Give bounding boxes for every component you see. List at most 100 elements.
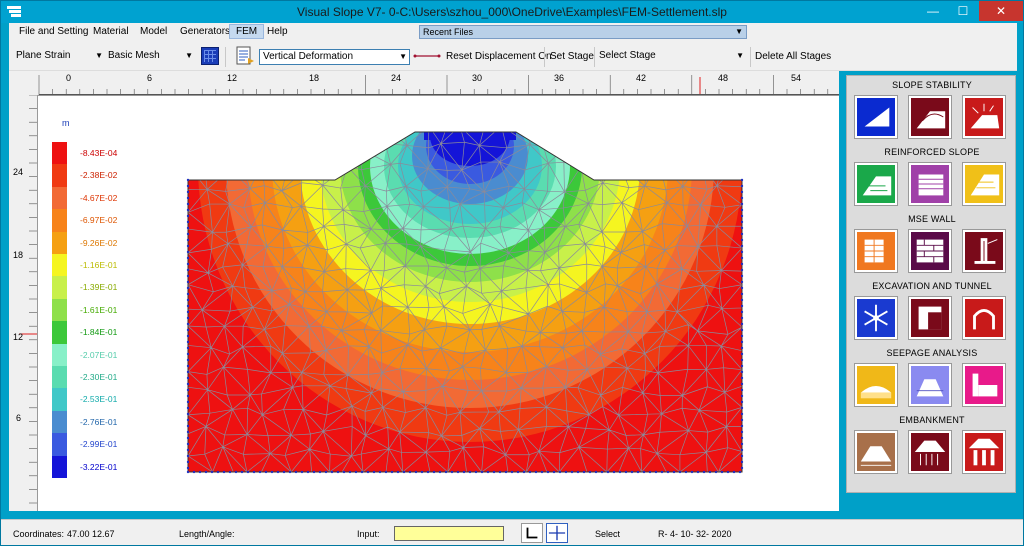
boundary-node	[740, 178, 744, 182]
boundary-node	[186, 244, 190, 248]
boundary-node	[372, 470, 376, 474]
boundary-node	[186, 214, 190, 218]
boundary-node	[740, 358, 744, 362]
chevron-down-icon: ▼	[185, 51, 193, 60]
boundary-node	[740, 460, 744, 464]
slope-limit-equilibrium-button[interactable]	[855, 96, 897, 138]
boundary-node	[740, 424, 744, 428]
boundary-node	[740, 256, 744, 260]
ruler-tick-label: 24	[391, 73, 402, 83]
ruler-tick-label: 12	[13, 332, 24, 342]
boundary-node	[552, 470, 556, 474]
excavation-wall-button[interactable]	[909, 297, 951, 339]
boundary-node	[740, 220, 744, 224]
boundary-node	[264, 470, 268, 474]
analysis-module-panel: SLOPE STABILITY REINFORCED SLOPE MSE WALL E…	[846, 75, 1016, 493]
recent-files-dropdown[interactable]: Recent Files ▼	[419, 25, 747, 39]
mse-panel-wall-button[interactable]	[909, 230, 951, 272]
ruler-tick-label: 18	[13, 250, 24, 260]
boundary-node	[740, 430, 744, 434]
boundary-node	[348, 470, 352, 474]
boundary-node	[186, 190, 190, 194]
boundary-node	[282, 470, 286, 474]
minimize-button[interactable]: —	[919, 1, 947, 21]
menu-generators[interactable]: Generators	[180, 26, 230, 37]
boundary-node	[576, 470, 580, 474]
boundary-node	[300, 470, 304, 474]
boundary-node	[366, 470, 370, 474]
boundary-node	[492, 470, 496, 474]
select-stage-dropdown[interactable]: Select Stage ▼	[596, 49, 746, 65]
boundary-node	[740, 232, 744, 236]
seepage-dam-button[interactable]	[855, 364, 897, 406]
cantilever-wall-button[interactable]	[963, 230, 1005, 272]
close-button[interactable]: ✕	[979, 1, 1023, 21]
displacement-line-icon[interactable]	[413, 51, 441, 61]
mesh-type-select[interactable]: Basic Mesh ▼	[105, 49, 195, 65]
boundary-node	[510, 470, 514, 474]
menu-model[interactable]: Model	[140, 26, 167, 37]
model-canvas[interactable]: m -8.43E-04 -2.38E-02 -4.67E-02 -6.97E-02 -9…	[37, 95, 839, 511]
boundary-node	[564, 470, 568, 474]
panel-section-title: EXCAVATION AND TUNNEL	[872, 281, 992, 291]
input-label: Input:	[357, 529, 380, 539]
toolbar-divider	[225, 47, 226, 67]
menu-file-and-setting[interactable]: File and Setting	[19, 26, 89, 37]
left-ruler-ticks	[19, 94, 37, 504]
boundary-node	[740, 418, 744, 422]
set-stage-button[interactable]: Set Stage	[550, 51, 594, 62]
frozen-ground-button[interactable]	[855, 297, 897, 339]
boundary-node	[720, 470, 724, 474]
slope-seismic-button[interactable]	[963, 96, 1005, 138]
boundary-node	[186, 208, 190, 212]
crosshair-button[interactable]	[546, 523, 568, 543]
boundary-node	[740, 382, 744, 386]
seepage-embankment-button[interactable]	[909, 364, 951, 406]
mse-block-wall-button[interactable]	[855, 230, 897, 272]
embankment-columns-button[interactable]	[963, 431, 1005, 473]
boundary-node	[740, 214, 744, 218]
boundary-node	[438, 470, 442, 474]
analysis-type-select[interactable]: Plane Strain ▼	[13, 49, 105, 65]
fem-contour-plot[interactable]	[38, 96, 838, 510]
tunnel-button[interactable]	[963, 297, 1005, 339]
geogrid-slope-icon	[862, 176, 892, 196]
boundary-node	[186, 238, 190, 242]
slope-3d-button[interactable]	[909, 96, 951, 138]
report-document-icon[interactable]	[235, 46, 255, 66]
ruler-tick-label: 24	[13, 167, 24, 177]
boundary-node	[740, 274, 744, 278]
menu-fem[interactable]: FEM	[229, 24, 265, 39]
result-type-select[interactable]: Vertical Deformation ▼	[259, 49, 410, 65]
soil-nail-slope-button[interactable]	[909, 163, 951, 205]
boundary-node	[186, 466, 190, 470]
mesh-type-value: Basic Mesh	[108, 50, 160, 61]
boundary-node	[186, 184, 190, 188]
left-ruler: 24 18 12 6	[9, 94, 37, 511]
boundary-node	[186, 424, 190, 428]
maximize-button[interactable]: ☐	[949, 1, 977, 21]
command-input[interactable]	[394, 526, 504, 541]
boundary-node	[402, 470, 406, 474]
ortho-snap-button[interactable]	[521, 523, 543, 543]
embankment-settlement-button[interactable]	[855, 431, 897, 473]
boundary-node	[186, 286, 190, 290]
delete-all-stages-button[interactable]: Delete All Stages	[755, 51, 831, 62]
menu-help[interactable]: Help	[267, 26, 288, 37]
embankment-piles-button[interactable]	[909, 431, 951, 473]
boundary-node	[186, 352, 190, 356]
reset-displacement-button[interactable]: Reset Displacement On	[446, 51, 552, 62]
boundary-node	[708, 470, 712, 474]
boundary-node	[740, 334, 744, 338]
seepage-wall-button[interactable]	[963, 364, 1005, 406]
boundary-node	[740, 406, 744, 410]
analysis-type-value: Plane Strain	[16, 50, 71, 61]
ruler-tick-label: 48	[718, 73, 729, 83]
boundary-node	[186, 304, 190, 308]
geogrid-slope-button[interactable]	[855, 163, 897, 205]
recent-files-label: Recent Files	[423, 27, 474, 37]
mesh-grid-icon[interactable]	[201, 47, 219, 65]
boundary-node	[732, 470, 736, 474]
menu-material[interactable]: Material	[93, 26, 129, 37]
reinforced-layers-button[interactable]	[963, 163, 1005, 205]
